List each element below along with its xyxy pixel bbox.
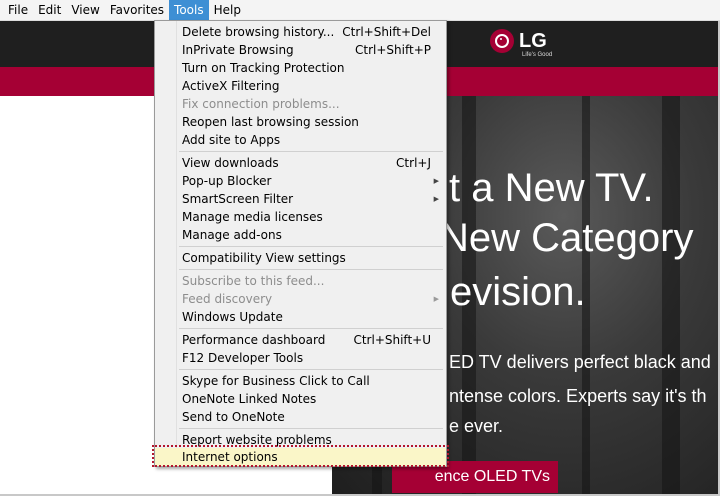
menu-item-shortcut: Ctrl+Shift+Del xyxy=(342,25,431,39)
menu-item-label: Skype for Business Click to Call xyxy=(182,374,370,388)
logo-tagline: Life's Good xyxy=(522,52,553,58)
menu-item-subscribe-feed: Subscribe to this feed... xyxy=(155,272,446,290)
menu-item-delete-browsing-history[interactable]: Delete browsing history... Ctrl+Shift+De… xyxy=(155,23,446,41)
menu-item-label: Manage media licenses xyxy=(182,210,323,224)
menu-item-shortcut: Ctrl+Shift+P xyxy=(355,43,431,57)
menu-view[interactable]: View xyxy=(66,0,104,20)
menu-file[interactable]: File xyxy=(0,0,33,20)
menu-edit[interactable]: Edit xyxy=(33,0,66,20)
menu-separator xyxy=(179,369,443,370)
menu-item-label: Performance dashboard xyxy=(182,333,326,347)
submenu-arrow-icon: ▶ xyxy=(433,177,439,185)
menu-item-feed-discovery: Feed discovery ▶ xyxy=(155,290,446,308)
menu-item-label: View downloads xyxy=(182,156,279,170)
menu-item-shortcut: Ctrl+Shift+U xyxy=(353,333,431,347)
menu-item-label: Feed discovery xyxy=(182,292,273,306)
menu-item-label: Windows Update xyxy=(182,310,283,324)
menu-item-onenote-linked-notes[interactable]: OneNote Linked Notes xyxy=(155,390,446,408)
logo-text: LG xyxy=(519,30,547,52)
menu-item-smartscreen-filter[interactable]: SmartScreen Filter ▶ xyxy=(155,190,446,208)
menu-item-send-to-onenote[interactable]: Send to OneNote xyxy=(155,408,446,426)
menu-separator xyxy=(179,428,443,429)
menu-item-label: Add site to Apps xyxy=(182,133,281,147)
menu-item-label: Manage add-ons xyxy=(182,228,282,242)
lg-logo-icon xyxy=(490,29,514,53)
menu-item-manage-media-licenses[interactable]: Manage media licenses xyxy=(155,208,446,226)
menu-item-inprivate-browsing[interactable]: InPrivate Browsing Ctrl+Shift+P xyxy=(155,41,446,59)
menu-separator xyxy=(179,328,443,329)
menu-item-label: SmartScreen Filter xyxy=(182,192,294,206)
menu-item-compatibility-view-settings[interactable]: Compatibility View settings xyxy=(155,249,446,267)
menu-item-tracking-protection[interactable]: Turn on Tracking Protection xyxy=(155,59,446,77)
menu-favorites[interactable]: Favorites xyxy=(105,0,169,20)
hero-body-2: ntense colors. Experts say it's th xyxy=(449,386,707,406)
menu-item-label: F12 Developer Tools xyxy=(182,351,304,365)
hero-body-3: e ever. xyxy=(449,416,504,436)
menu-separator xyxy=(179,269,443,270)
menu-item-label: InPrivate Browsing xyxy=(182,43,294,57)
submenu-arrow-icon: ▶ xyxy=(433,295,439,303)
menu-item-windows-update[interactable]: Windows Update xyxy=(155,308,446,326)
menu-item-f12-developer-tools[interactable]: F12 Developer Tools xyxy=(155,349,446,367)
menu-item-view-downloads[interactable]: View downloads Ctrl+J xyxy=(155,154,446,172)
menu-item-shortcut: Ctrl+J xyxy=(396,156,431,170)
menu-item-label: OneNote Linked Notes xyxy=(182,392,317,406)
hero-headline-2: New Category xyxy=(440,216,694,260)
menu-separator xyxy=(179,151,443,152)
focus-highlight-box xyxy=(152,445,449,467)
menu-item-label: Send to OneNote xyxy=(182,410,285,424)
menu-item-activex-filtering[interactable]: ActiveX Filtering xyxy=(155,77,446,95)
hero-body-1: ED TV delivers perfect black and xyxy=(449,352,711,372)
menu-item-label: Pop-up Blocker xyxy=(182,174,272,188)
menu-item-manage-addons[interactable]: Manage add-ons xyxy=(155,226,446,244)
tools-menu: Delete browsing history... Ctrl+Shift+De… xyxy=(154,20,447,467)
lg-logo[interactable]: LG xyxy=(490,29,547,53)
menu-item-label: Reopen last browsing session xyxy=(182,115,359,129)
menu-item-label: Compatibility View settings xyxy=(182,251,346,265)
menu-item-skype-click-to-call[interactable]: Skype for Business Click to Call xyxy=(155,372,446,390)
menu-item-label: Subscribe to this feed... xyxy=(182,274,325,288)
menu-help[interactable]: Help xyxy=(209,0,246,20)
hero-headline-3: evision. xyxy=(450,270,586,314)
menu-item-add-site-to-apps[interactable]: Add site to Apps xyxy=(155,131,446,149)
menu-item-reopen-last-session[interactable]: Reopen last browsing session xyxy=(155,113,446,131)
hero-headline-1: t a New TV. xyxy=(449,166,654,210)
menu-item-label: Turn on Tracking Protection xyxy=(182,61,345,75)
menu-bar: File Edit View Favorites Tools Help xyxy=(0,0,720,21)
menu-item-label: Delete browsing history... xyxy=(182,25,335,39)
menu-item-performance-dashboard[interactable]: Performance dashboard Ctrl+Shift+U xyxy=(155,331,446,349)
menu-item-label: Fix connection problems... xyxy=(182,97,340,111)
menu-item-fix-connection-problems: Fix connection problems... xyxy=(155,95,446,113)
menu-item-popup-blocker[interactable]: Pop-up Blocker ▶ xyxy=(155,172,446,190)
menu-tools[interactable]: Tools xyxy=(169,0,209,20)
menu-item-label: ActiveX Filtering xyxy=(182,79,280,93)
submenu-arrow-icon: ▶ xyxy=(433,195,439,203)
menu-separator xyxy=(179,246,443,247)
